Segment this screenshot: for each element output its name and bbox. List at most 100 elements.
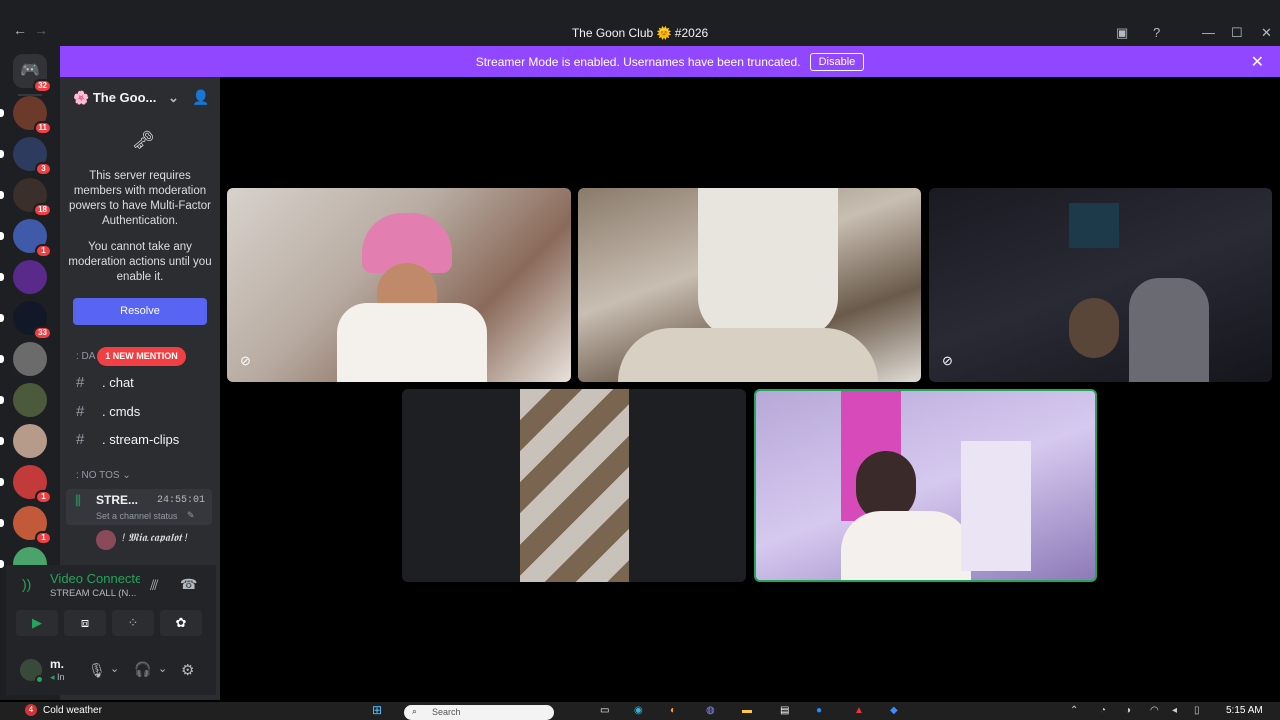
home-badge: 32 bbox=[33, 79, 52, 93]
video-tile[interactable] bbox=[402, 389, 746, 582]
avatar[interactable] bbox=[96, 530, 116, 550]
server-icon[interactable]: 11 bbox=[13, 96, 52, 135]
wifi-icon[interactable]: ◠ bbox=[1150, 705, 1159, 716]
unread-indicator bbox=[0, 150, 4, 158]
chevron-down-icon[interactable]: ⌄ bbox=[110, 662, 119, 675]
voice-user-name[interactable]: ! 𝕸𝖎𝖆.𝖈𝖆𝖕𝖆𝖑𝖔𝖙 ! bbox=[122, 532, 188, 545]
server-icon[interactable]: 33 bbox=[13, 301, 52, 340]
help-icon[interactable]: ? bbox=[1153, 25, 1160, 40]
battery-icon[interactable]: ▯ bbox=[1194, 705, 1200, 716]
channel-status[interactable]: Set a channel status bbox=[96, 511, 178, 521]
volume-icon[interactable]: ◂ bbox=[1172, 705, 1177, 716]
server-icon[interactable]: 1 bbox=[13, 506, 52, 545]
disable-streamer-mode-button[interactable]: Disable bbox=[809, 52, 865, 71]
server-badge: 33 bbox=[33, 326, 52, 340]
windows-start-icon[interactable]: ⊞ bbox=[372, 703, 382, 717]
chevron-down-icon[interactable]: ⌄ bbox=[158, 662, 167, 675]
server-icon: 🌸 bbox=[73, 90, 90, 105]
headphones-icon[interactable]: 🎧 bbox=[134, 661, 151, 678]
server-icon[interactable] bbox=[13, 383, 47, 417]
microphone-icon[interactable]: 🎙 bbox=[88, 662, 106, 679]
streamer-mode-banner: Streamer Mode is enabled. Usernames have… bbox=[60, 46, 1280, 77]
voice-connected-channel[interactable]: STREAM CALL (N... bbox=[50, 588, 136, 599]
home-button[interactable]: 🎮 32 bbox=[13, 54, 52, 93]
add-friend-icon[interactable]: 👤 bbox=[192, 89, 209, 106]
server-icon[interactable]: 1 bbox=[13, 465, 52, 504]
minimize-button[interactable]: — bbox=[1202, 25, 1215, 40]
chevron-down-icon: ⌄ bbox=[122, 470, 131, 481]
file-explorer-icon[interactable]: ▬ bbox=[742, 705, 752, 716]
firefox-icon[interactable]: ◐ bbox=[670, 705, 676, 716]
discord-icon: 🎮 bbox=[20, 62, 40, 79]
resolve-button[interactable]: Resolve bbox=[73, 298, 207, 325]
category-da[interactable]: : DA bbox=[76, 351, 95, 362]
taskbar-search[interactable]: ⌕ Search bbox=[404, 705, 554, 720]
search-icon: ⌕ bbox=[412, 706, 418, 716]
banner-text: Streamer Mode is enabled. Usernames have… bbox=[475, 54, 801, 69]
server-icon[interactable]: 1 bbox=[13, 219, 52, 258]
stream-video bbox=[698, 188, 838, 338]
camera-icon: ▶ bbox=[32, 615, 42, 630]
maximize-button[interactable]: ☐ bbox=[1231, 25, 1243, 41]
app-icon[interactable]: ◆ bbox=[890, 705, 898, 716]
tray-icon[interactable]: ◑ bbox=[1125, 705, 1131, 716]
stream-video bbox=[520, 389, 629, 582]
activities-button[interactable]: ⁘ bbox=[112, 610, 154, 636]
server-badge: 3 bbox=[35, 162, 52, 176]
server-badge: 1 bbox=[35, 531, 52, 545]
unread-indicator bbox=[0, 232, 4, 240]
pencil-icon[interactable]: ✎ bbox=[187, 510, 195, 521]
stream-video bbox=[1069, 298, 1119, 358]
channel-stream-clips[interactable]: #. stream-clips bbox=[76, 431, 179, 448]
category-no-tos[interactable]: : NO TOS ⌄ bbox=[76, 470, 131, 481]
video-tile[interactable]: ⊘ bbox=[929, 188, 1272, 382]
weather-widget[interactable]: Cold weather bbox=[43, 705, 102, 716]
task-view-icon[interactable]: ▭ bbox=[600, 705, 609, 716]
unread-indicator bbox=[0, 314, 4, 322]
screen-share-button[interactable]: ⧈ bbox=[64, 610, 106, 636]
gear-icon[interactable]: ⚙ bbox=[181, 661, 194, 679]
server-icon[interactable] bbox=[13, 260, 47, 294]
hp-icon[interactable]: ● bbox=[816, 705, 822, 716]
app-icon[interactable]: ▲ bbox=[854, 705, 864, 716]
chevron-down-icon: ⌄ bbox=[168, 90, 179, 105]
new-mention-badge[interactable]: 1 NEW MENTION bbox=[97, 347, 186, 366]
tray-icon[interactable]: ◔ bbox=[1100, 705, 1106, 716]
stream-video bbox=[1129, 278, 1209, 382]
server-icon[interactable] bbox=[13, 424, 47, 458]
channel-chat[interactable]: #. chat bbox=[76, 374, 134, 391]
key-icon: 🗝 bbox=[132, 130, 155, 150]
server-name: The Goo... bbox=[92, 90, 157, 105]
mfa-warning-text: You cannot take any moderation actions u… bbox=[68, 241, 212, 283]
server-icon[interactable]: 3 bbox=[13, 137, 52, 176]
soundboard-button[interactable]: ✿ bbox=[160, 610, 202, 636]
video-tile[interactable]: ⊘ bbox=[227, 188, 571, 382]
discord-taskbar-icon[interactable]: ◍ bbox=[706, 705, 715, 716]
close-window-button[interactable]: ✕ bbox=[1261, 25, 1272, 41]
user-status: ◂ In bbox=[50, 672, 65, 682]
close-banner-icon[interactable]: ✕ bbox=[1251, 52, 1264, 72]
clock[interactable]: 5:15 AM bbox=[1226, 705, 1263, 716]
server-badge: 11 bbox=[33, 121, 52, 135]
unread-indicator bbox=[0, 191, 4, 199]
camera-button[interactable]: ▶ bbox=[16, 610, 58, 636]
edge-icon[interactable]: ◉ bbox=[634, 705, 643, 716]
server-header[interactable]: 🌸 The Goo... ⌄ bbox=[73, 90, 179, 106]
inbox-icon[interactable]: ▣ bbox=[1116, 25, 1128, 41]
window-title: The Goon Club 🌞 #2026 bbox=[571, 26, 709, 40]
username[interactable]: m. bbox=[50, 657, 64, 671]
video-tile-speaking[interactable] bbox=[754, 389, 1097, 582]
server-badge: 1 bbox=[35, 244, 52, 258]
channel-cmds[interactable]: #. cmds bbox=[76, 403, 140, 420]
tray-chevron-icon[interactable]: ⌃ bbox=[1070, 705, 1078, 716]
store-icon[interactable]: ▤ bbox=[780, 705, 789, 716]
disconnect-icon[interactable]: ☎ bbox=[180, 576, 197, 593]
video-tile[interactable] bbox=[578, 188, 921, 382]
voice-connected-status[interactable]: Video Connected bbox=[50, 571, 140, 586]
noise-suppression-icon[interactable]: ⫻ bbox=[150, 577, 158, 594]
taskbar: 4 Cold weather ⊞ ⌕ Search ▭ ◉ ◐ ◍ ▬ ▤ ● … bbox=[0, 702, 1280, 720]
unread-indicator bbox=[0, 478, 4, 486]
voice-channel-stream[interactable]: ⫼ STRE... 24:55:01 Set a channel status … bbox=[66, 489, 212, 525]
server-icon[interactable]: 18 bbox=[13, 178, 52, 217]
server-icon[interactable] bbox=[13, 342, 47, 376]
